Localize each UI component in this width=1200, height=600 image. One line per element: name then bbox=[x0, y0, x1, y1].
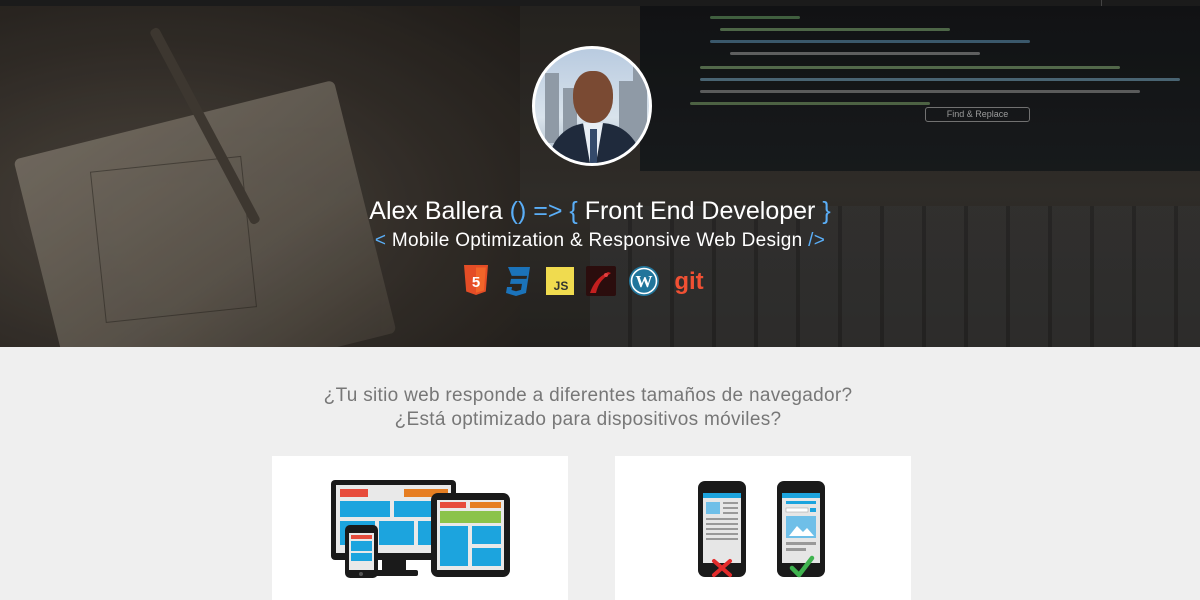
avatar-building bbox=[545, 73, 559, 143]
profile-role: Front End Developer bbox=[584, 197, 816, 225]
mobile-comparison-icon bbox=[698, 481, 825, 578]
profile-headline: Alex Ballera () => { Front End Developer… bbox=[0, 196, 1200, 226]
headline-brace-open: { bbox=[569, 197, 578, 225]
question-line-1: ¿Tu sitio web responde a diferentes tama… bbox=[323, 385, 853, 406]
git-icon-label: git bbox=[674, 268, 703, 295]
profile-name: Alex Ballera bbox=[369, 197, 503, 225]
wordpress-icon: W bbox=[628, 265, 660, 297]
intro-question: ¿Tu sitio web responde a diferentes tama… bbox=[0, 384, 1176, 432]
rails-icon bbox=[586, 266, 616, 296]
javascript-icon: JS bbox=[546, 267, 574, 295]
subtitle-text: Mobile Optimization & Responsive Web Des… bbox=[391, 230, 803, 251]
git-icon: git bbox=[672, 265, 706, 297]
profile-avatar bbox=[532, 46, 652, 166]
mobile-optimization-card bbox=[615, 456, 911, 600]
html5-icon-label: 5 bbox=[472, 274, 480, 291]
tech-icons-row: 5 JS W git bbox=[462, 264, 718, 298]
wordpress-icon-label: W bbox=[636, 272, 653, 291]
avatar-building bbox=[633, 63, 647, 143]
headline-brace-close: } bbox=[822, 197, 831, 225]
question-line-2: ¿Está optimizado para dispositivos móvil… bbox=[394, 409, 782, 430]
profile-subtitle: < Mobile Optimization & Responsive Web D… bbox=[0, 229, 1200, 253]
headline-arrow: () => bbox=[509, 197, 563, 225]
subtitle-tag-open: < bbox=[374, 230, 387, 251]
html5-icon: 5 bbox=[462, 265, 490, 297]
subtitle-tag-close: /> bbox=[808, 230, 826, 251]
responsive-devices-card bbox=[272, 456, 568, 600]
css3-icon bbox=[502, 265, 534, 297]
responsive-devices-icon bbox=[331, 480, 510, 578]
avatar-tie bbox=[590, 129, 597, 163]
avatar-head bbox=[573, 71, 613, 123]
javascript-icon-label: JS bbox=[554, 279, 569, 293]
